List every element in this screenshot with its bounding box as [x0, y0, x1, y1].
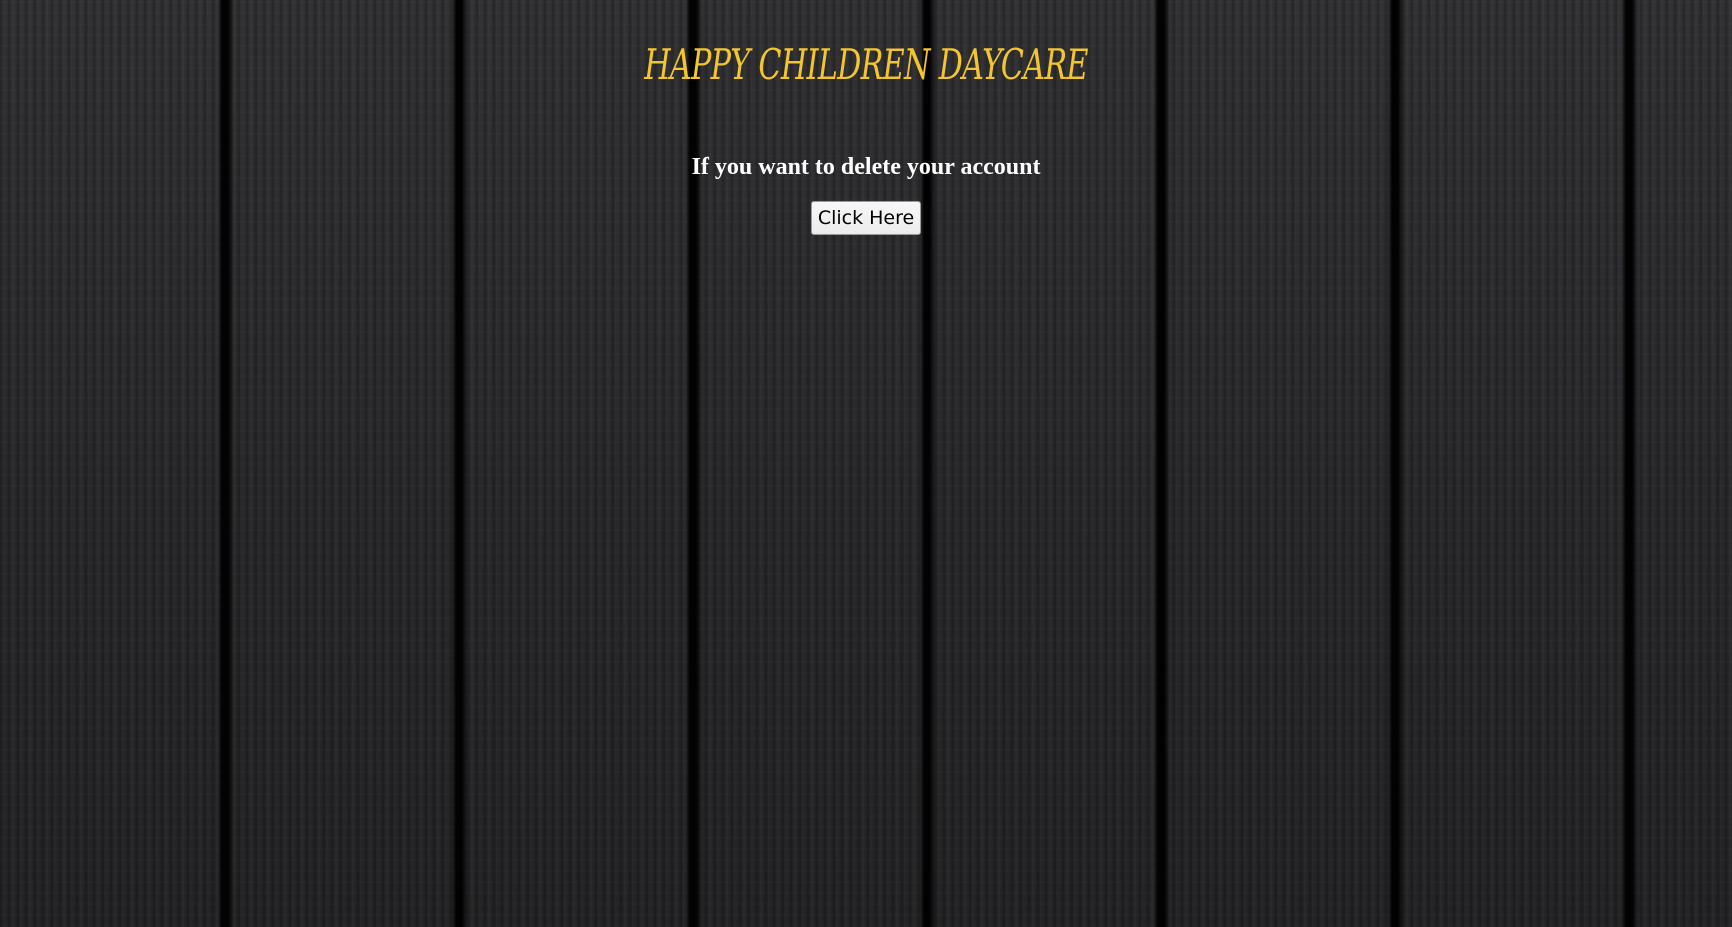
delete-account-button[interactable]: Click Here [811, 201, 921, 235]
site-title: HAPPY CHILDREN DAYCARE [644, 40, 1088, 89]
delete-account-prompt: If you want to delete your account [691, 154, 1041, 180]
page-background: HAPPY CHILDREN DAYCARE If you want to de… [0, 0, 1732, 927]
